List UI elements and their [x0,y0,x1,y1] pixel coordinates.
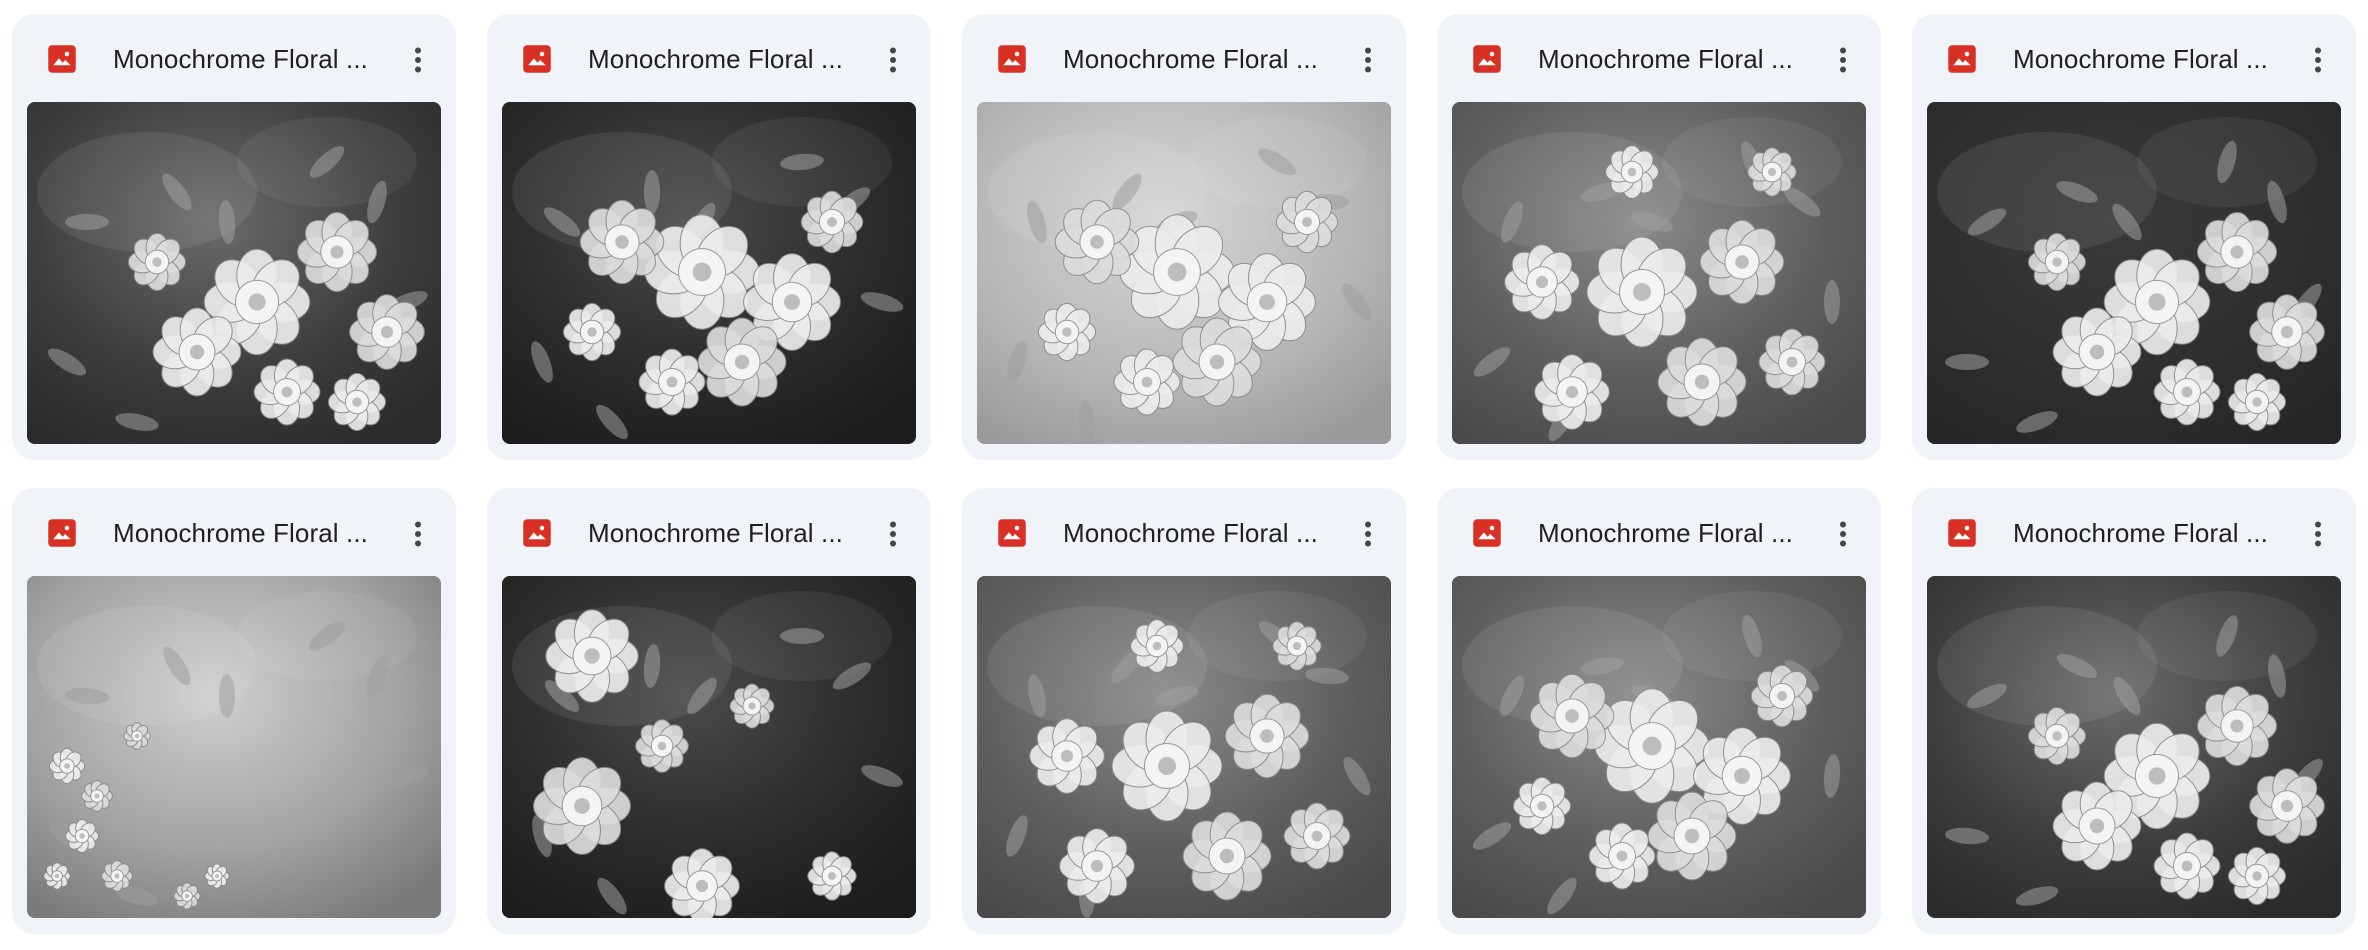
image-thumbnail[interactable] [27,102,441,444]
file-card-header: Monochrome Floral ... [12,14,456,102]
more-vert-icon [1840,47,1846,73]
file-card[interactable]: Monochrome Floral ... [1912,488,2356,934]
image-thumbnail[interactable] [977,576,1391,918]
file-name: Monochrome Floral ... [588,518,843,548]
more-actions-button[interactable] [1819,36,1867,84]
file-name: Monochrome Floral ... [113,44,368,74]
file-card-header: Monochrome Floral ... [1912,488,2356,576]
image-file-icon [997,44,1027,74]
more-vert-icon [1365,521,1371,547]
file-card[interactable]: Monochrome Floral ... [962,488,1406,934]
image-file-icon [1472,518,1502,548]
image-file-icon [997,518,1027,548]
file-card[interactable]: Monochrome Floral ... [487,488,931,934]
image-file-icon [47,44,77,74]
file-name: Monochrome Floral ... [1538,44,1793,74]
more-actions-button[interactable] [394,510,442,558]
more-vert-icon [1365,47,1371,73]
file-name: Monochrome Floral ... [1538,518,1793,548]
more-vert-icon [1840,521,1846,547]
file-name: Monochrome Floral ... [1063,518,1318,548]
more-actions-button[interactable] [1819,510,1867,558]
more-actions-button[interactable] [869,36,917,84]
file-card[interactable]: Monochrome Floral ... [1437,14,1881,460]
file-card-header: Monochrome Floral ... [1437,14,1881,102]
image-file-icon [1947,518,1977,548]
more-vert-icon [415,521,421,547]
more-vert-icon [2315,521,2321,547]
file-name: Monochrome Floral ... [588,44,843,74]
more-vert-icon [415,47,421,73]
file-card-header: Monochrome Floral ... [1437,488,1881,576]
image-file-icon [1947,44,1977,74]
file-name: Monochrome Floral ... [2013,518,2268,548]
file-card-header: Monochrome Floral ... [487,14,931,102]
more-vert-icon [890,521,896,547]
more-actions-button[interactable] [2294,510,2342,558]
file-card[interactable]: Monochrome Floral ... [962,14,1406,460]
file-card[interactable]: Monochrome Floral ... [487,14,931,460]
file-name: Monochrome Floral ... [2013,44,2268,74]
image-thumbnail[interactable] [977,102,1391,444]
image-thumbnail[interactable] [27,576,441,918]
image-thumbnail[interactable] [1927,102,2341,444]
more-actions-button[interactable] [2294,36,2342,84]
more-actions-button[interactable] [1344,36,1392,84]
file-card-header: Monochrome Floral ... [12,488,456,576]
image-thumbnail[interactable] [502,576,916,918]
image-file-icon [522,518,552,548]
file-card[interactable]: Monochrome Floral ... [12,488,456,934]
more-vert-icon [890,47,896,73]
image-file-icon [522,44,552,74]
image-thumbnail[interactable] [1452,576,1866,918]
file-name: Monochrome Floral ... [1063,44,1318,74]
more-vert-icon [2315,47,2321,73]
image-thumbnail[interactable] [1452,102,1866,444]
file-card-header: Monochrome Floral ... [1912,14,2356,102]
file-card-header: Monochrome Floral ... [962,14,1406,102]
file-card-header: Monochrome Floral ... [962,488,1406,576]
more-actions-button[interactable] [394,36,442,84]
file-card[interactable]: Monochrome Floral ... [1437,488,1881,934]
file-card[interactable]: Monochrome Floral ... [12,14,456,460]
more-actions-button[interactable] [1344,510,1392,558]
image-file-icon [47,518,77,548]
image-thumbnail[interactable] [1927,576,2341,918]
file-grid: Monochrome Floral ... Monochrome Floral … [12,14,2356,934]
file-card-header: Monochrome Floral ... [487,488,931,576]
more-actions-button[interactable] [869,510,917,558]
image-file-icon [1472,44,1502,74]
image-thumbnail[interactable] [502,102,916,444]
file-name: Monochrome Floral ... [113,518,368,548]
file-card[interactable]: Monochrome Floral ... [1912,14,2356,460]
